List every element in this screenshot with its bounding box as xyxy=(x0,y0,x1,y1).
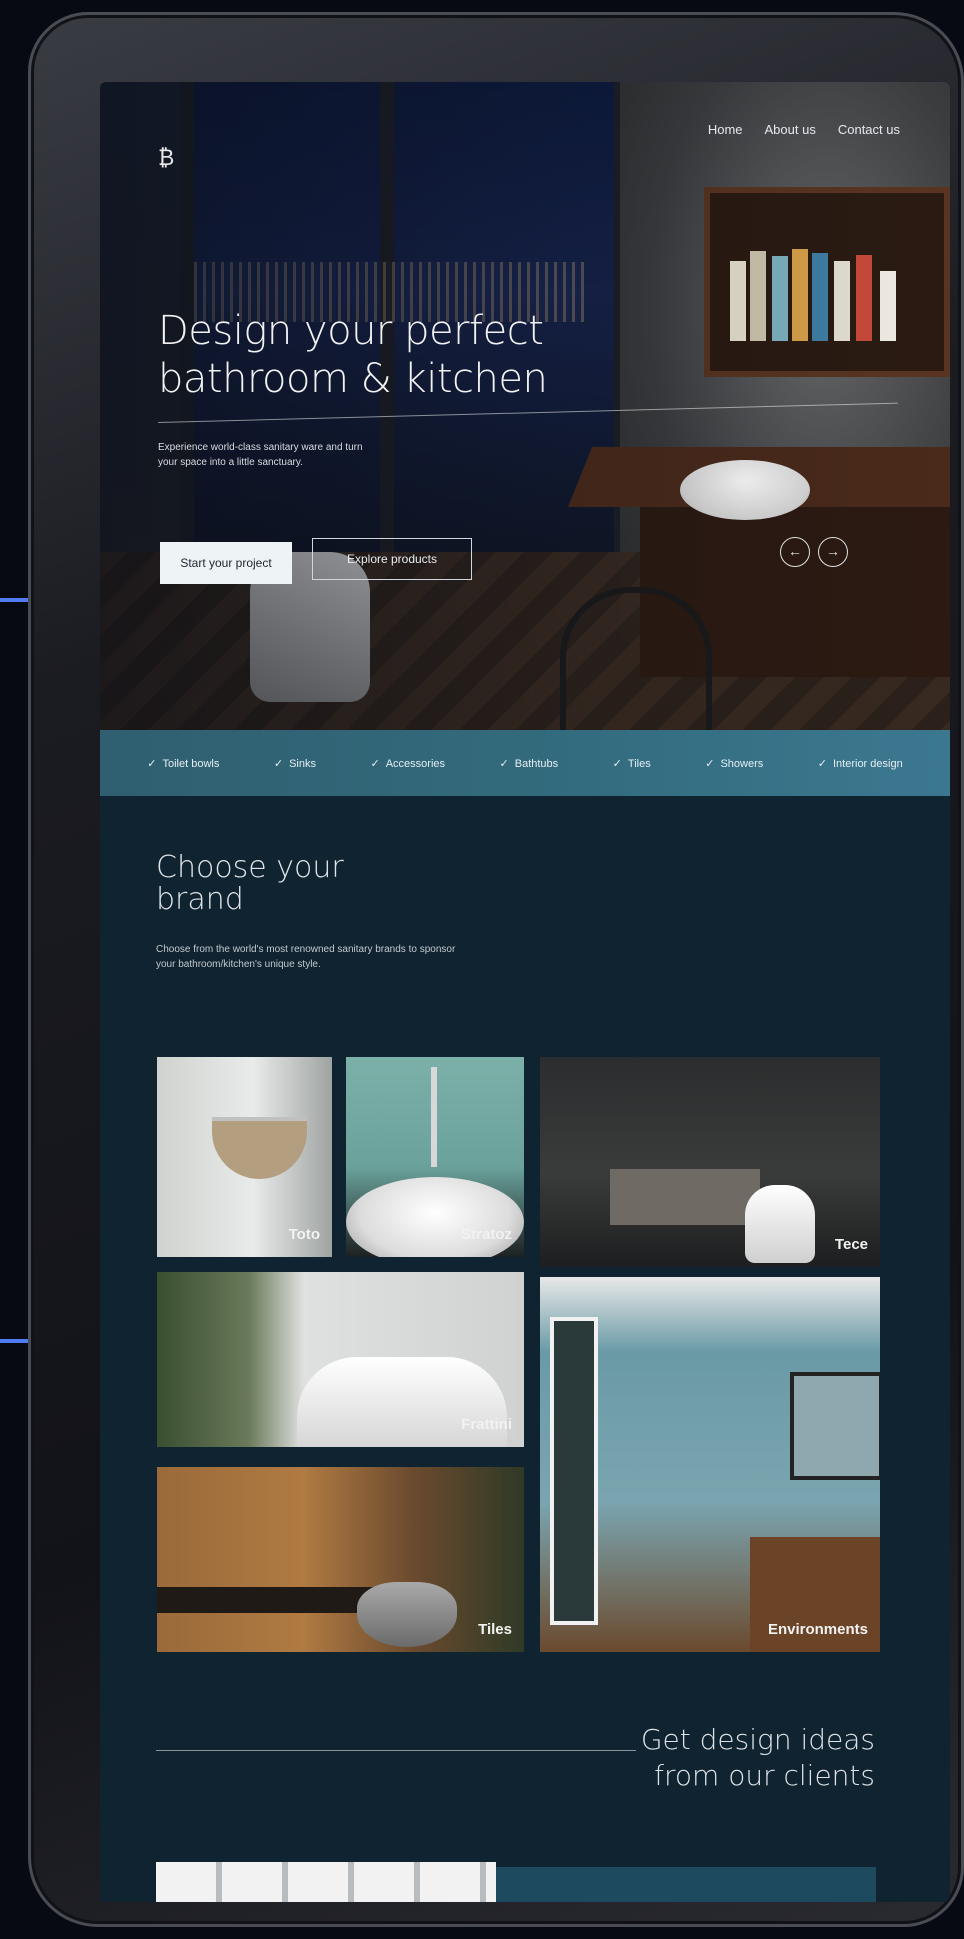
brand-tile-environments[interactable]: Environments xyxy=(540,1277,880,1652)
logo-icon[interactable]: ₿ xyxy=(158,147,174,169)
tablet-screen: ₿ Home About us Contact us Design your p… xyxy=(100,82,950,1902)
brand-tile-label: Toto xyxy=(288,1226,320,1243)
brand-tile-label: Stratoz xyxy=(461,1226,512,1243)
category-label: Accessories xyxy=(385,757,445,770)
check-icon: ✓ xyxy=(147,757,157,770)
brand-tile-tiles[interactable]: Tiles xyxy=(157,1467,524,1652)
nav-contact-us[interactable]: Contact us xyxy=(838,122,900,137)
stone-basin-image xyxy=(357,1582,457,1647)
check-icon: ✓ xyxy=(499,757,509,770)
category-label: Showers xyxy=(720,757,764,770)
category-accessories[interactable]: ✓ Accessories xyxy=(370,757,445,770)
check-icon: ✓ xyxy=(705,757,715,770)
category-interior-design[interactable]: ✓ Interior design xyxy=(818,757,903,770)
category-label: Bathtubs xyxy=(514,757,559,770)
category-showers[interactable]: ✓ Showers xyxy=(705,757,763,770)
category-bathtubs[interactable]: ✓ Bathtubs xyxy=(500,757,559,770)
hero-overlay xyxy=(100,82,950,732)
category-strip: ✓ Toilet bowls ✓ Sinks ✓ Accessories ✓ Batht… xyxy=(100,730,950,796)
brand-tile-label: Tiles xyxy=(478,1621,512,1638)
check-icon: ✓ xyxy=(370,757,380,770)
nav-about-us[interactable]: About us xyxy=(765,122,816,137)
mirror-image xyxy=(790,1372,880,1480)
bathtub-image xyxy=(610,1169,760,1225)
brand-tile-toto[interactable]: Toto xyxy=(157,1057,332,1257)
toilet-image xyxy=(745,1185,815,1263)
brand-tile-stratoz[interactable]: Stratoz xyxy=(346,1057,524,1257)
category-tiles[interactable]: ✓ Tiles xyxy=(613,757,651,770)
brands-title: Choose your brand xyxy=(156,850,344,917)
hero-subtitle: Experience world-class sanitary ware and… xyxy=(158,442,363,468)
category-label: Tiles xyxy=(627,757,651,770)
check-icon: ✓ xyxy=(612,757,622,770)
faucet-image xyxy=(431,1067,437,1167)
brand-tile-label: Frattini xyxy=(461,1416,512,1433)
basin-image xyxy=(346,1177,524,1257)
category-label: Sinks xyxy=(289,757,316,770)
hero-title: Design your perfect bathroom & kitchen xyxy=(158,308,548,402)
category-label: Interior design xyxy=(832,757,903,770)
door-image xyxy=(550,1317,598,1625)
brand-tile-frattini[interactable]: Frattini xyxy=(157,1272,524,1447)
brand-tile-tece[interactable]: Tece xyxy=(540,1057,880,1267)
start-project-button[interactable]: Start your project xyxy=(160,542,292,584)
check-icon: ✓ xyxy=(817,757,827,770)
category-toilet-bowls[interactable]: ✓ Toilet bowls xyxy=(147,757,219,770)
carousel-prev-icon[interactable]: ← xyxy=(780,537,810,567)
hero-section: ₿ Home About us Contact us Design your p… xyxy=(100,82,950,743)
ideas-title: Get design ideas from our clients xyxy=(640,1723,875,1792)
category-sinks[interactable]: ✓ Sinks xyxy=(274,757,316,770)
carousel-next-icon[interactable]: → xyxy=(818,537,848,567)
shower-head-image xyxy=(212,1117,307,1179)
freestanding-bath-image xyxy=(297,1357,507,1447)
nav-home[interactable]: Home xyxy=(708,122,743,137)
brand-tile-label: Environments xyxy=(767,1621,868,1638)
ideas-divider xyxy=(156,1750,636,1751)
brands-description: Choose from the world's most renowned sa… xyxy=(156,944,456,970)
ideas-gallery-preview xyxy=(156,1862,496,1902)
tablet-device: ₿ Home About us Contact us Design your p… xyxy=(28,12,964,1927)
ideas-panel-preview xyxy=(496,1867,876,1902)
check-icon: ✓ xyxy=(273,757,284,770)
category-label: Toilet bowls xyxy=(162,757,220,770)
top-nav: Home About us Contact us xyxy=(708,122,900,137)
brand-tile-label: Tece xyxy=(834,1236,868,1253)
explore-products-button[interactable]: Explore products xyxy=(312,538,472,580)
